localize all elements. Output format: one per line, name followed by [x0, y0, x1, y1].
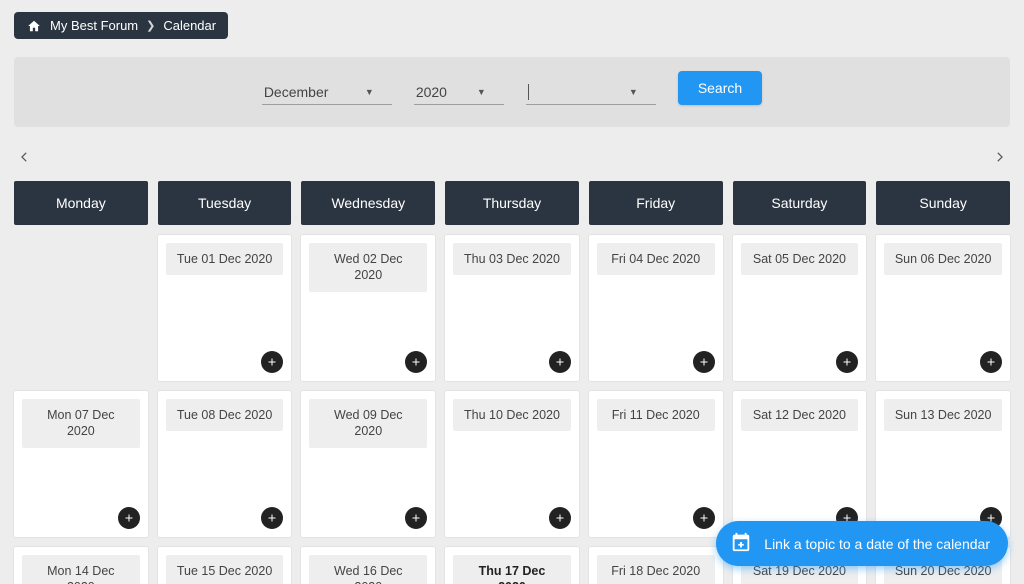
calendar-add-icon: [730, 531, 752, 556]
search-button[interactable]: Search: [678, 71, 762, 105]
calendar-cell: Thu 17 Dec2020: [445, 547, 579, 584]
dropdown-icon: ▼: [365, 87, 374, 97]
date-chip[interactable]: Thu 03 Dec 2020: [453, 243, 571, 275]
calendar-cell: Tue 08 Dec 2020: [158, 391, 292, 537]
date-chip[interactable]: Fri 11 Dec 2020: [597, 399, 715, 431]
date-chip[interactable]: Sun 06 Dec 2020: [884, 243, 1002, 275]
calendar-cell: Sun 06 Dec 2020: [876, 235, 1010, 381]
link-topic-fab[interactable]: Link a topic to a date of the calendar: [716, 521, 1008, 566]
calendar-cell: Tue 15 Dec 2020: [158, 547, 292, 584]
calendar-cell: Sun 13 Dec 2020: [876, 391, 1010, 537]
date-chip[interactable]: Sat 12 Dec 2020: [741, 399, 859, 431]
date-chip[interactable]: Mon 14 Dec2020: [22, 555, 140, 584]
add-event-button[interactable]: [261, 351, 283, 373]
calendar-cell: Fri 11 Dec 2020: [589, 391, 723, 537]
date-chip[interactable]: Sat 05 Dec 2020: [741, 243, 859, 275]
weekday-header: Wednesday: [301, 181, 435, 225]
add-event-button[interactable]: [261, 507, 283, 529]
calendar-search-bar: December ▼ 2020 ▼ ▼ Search: [14, 57, 1010, 127]
add-event-button[interactable]: [693, 351, 715, 373]
calendar-cell: Fri 18 Dec 2020: [589, 547, 723, 584]
calendar-cell: Sat 12 Dec 2020: [733, 391, 867, 537]
calendar-cell: Wed 09 Dec2020: [301, 391, 435, 537]
search-input[interactable]: ▼: [526, 80, 656, 105]
chevron-right-icon: ❯: [146, 19, 155, 32]
weekday-header-row: MondayTuesdayWednesdayThursdayFridaySatu…: [14, 181, 1010, 225]
prev-month-button[interactable]: [14, 147, 34, 167]
date-chip[interactable]: Tue 08 Dec 2020: [166, 399, 284, 431]
add-event-button[interactable]: [549, 507, 571, 529]
year-select-value: 2020: [416, 84, 447, 100]
breadcrumb: My Best Forum ❯ Calendar: [14, 12, 228, 39]
text-cursor: [528, 84, 529, 100]
calendar-cell: Thu 10 Dec 2020: [445, 391, 579, 537]
weekday-header: Saturday: [733, 181, 867, 225]
date-chip[interactable]: Wed 02 Dec2020: [309, 243, 427, 292]
date-chip[interactable]: Fri 04 Dec 2020: [597, 243, 715, 275]
date-chip[interactable]: Wed 16 Dec2020: [309, 555, 427, 584]
add-event-button[interactable]: [980, 351, 1002, 373]
add-event-button[interactable]: [693, 507, 715, 529]
add-event-button[interactable]: [549, 351, 571, 373]
weekday-header: Monday: [14, 181, 148, 225]
date-chip[interactable]: Tue 01 Dec 2020: [166, 243, 284, 275]
add-event-button[interactable]: [405, 507, 427, 529]
dropdown-icon: ▼: [477, 87, 486, 97]
home-icon[interactable]: [26, 19, 42, 33]
date-chip[interactable]: Wed 09 Dec2020: [309, 399, 427, 448]
breadcrumb-current: Calendar: [163, 18, 216, 33]
weekday-header: Tuesday: [158, 181, 292, 225]
date-chip[interactable]: Fri 18 Dec 2020: [597, 555, 715, 584]
date-chip[interactable]: Thu 10 Dec 2020: [453, 399, 571, 431]
calendar-cell: Sat 05 Dec 2020: [733, 235, 867, 381]
weekday-header: Friday: [589, 181, 723, 225]
calendar-cell: Wed 02 Dec2020: [301, 235, 435, 381]
calendar-cell: Fri 04 Dec 2020: [589, 235, 723, 381]
month-select-value: December: [264, 84, 329, 100]
next-month-button[interactable]: [990, 147, 1010, 167]
date-chip[interactable]: Mon 07 Dec2020: [22, 399, 140, 448]
calendar-cell: Thu 03 Dec 2020: [445, 235, 579, 381]
month-select[interactable]: December ▼: [262, 80, 392, 105]
add-event-button[interactable]: [405, 351, 427, 373]
calendar-cell: Mon 14 Dec2020: [14, 547, 148, 584]
dropdown-icon: ▼: [629, 87, 638, 97]
date-chip[interactable]: Thu 17 Dec2020: [453, 555, 571, 584]
year-select[interactable]: 2020 ▼: [414, 80, 504, 105]
calendar-cell: Wed 16 Dec2020: [301, 547, 435, 584]
weekday-header: Sunday: [876, 181, 1010, 225]
calendar-cell-empty: [14, 235, 148, 381]
calendar-cell: Mon 07 Dec2020: [14, 391, 148, 537]
add-event-button[interactable]: [836, 351, 858, 373]
weekday-header: Thursday: [445, 181, 579, 225]
calendar-cell: Tue 01 Dec 2020: [158, 235, 292, 381]
add-event-button[interactable]: [118, 507, 140, 529]
fab-label: Link a topic to a date of the calendar: [764, 536, 990, 552]
breadcrumb-forum-link[interactable]: My Best Forum: [50, 18, 138, 33]
date-chip[interactable]: Tue 15 Dec 2020: [166, 555, 284, 584]
calendar-nav: [14, 147, 1010, 167]
date-chip[interactable]: Sun 13 Dec 2020: [884, 399, 1002, 431]
